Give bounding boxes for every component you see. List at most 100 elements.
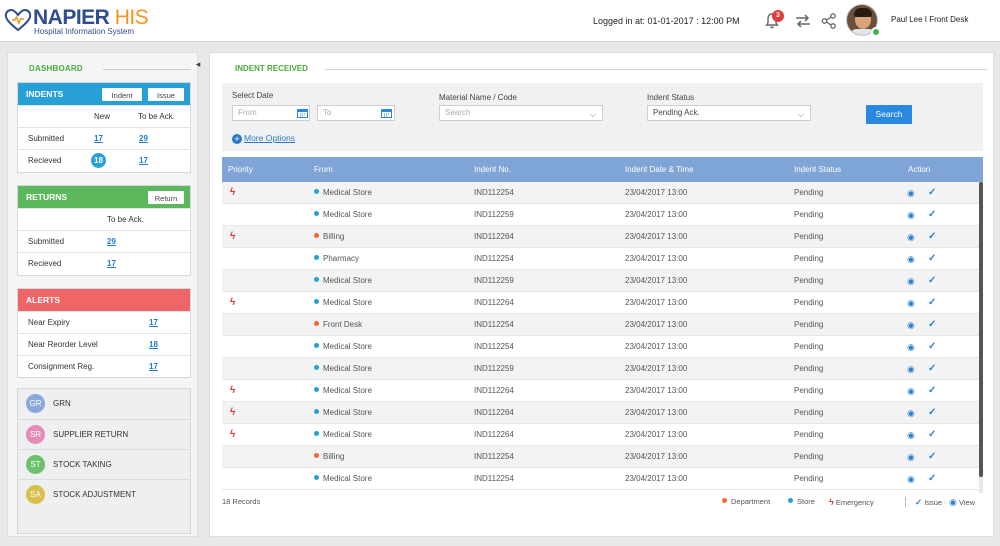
online-status-dot [871, 27, 881, 37]
dashboard-panel: DASHBOARD INDENTS Indent Issue New To be… [7, 52, 198, 537]
collapse-sidebar-icon[interactable]: ◂ [190, 56, 206, 72]
calendar-icon[interactable] [381, 108, 392, 118]
eye-icon[interactable]: ◉ [907, 226, 915, 248]
material-search-select[interactable]: Search ⌵ [439, 105, 603, 121]
returns-received-link[interactable]: 17 [107, 253, 116, 275]
quick-link-grn[interactable]: GR GRN [18, 389, 190, 419]
indent-status-cell: Pending [794, 474, 824, 483]
col-from[interactable]: From [314, 157, 333, 182]
eye-icon[interactable]: ◉ [907, 468, 915, 490]
from-cell: Medical Store [314, 270, 372, 292]
records-count: 18 Records [222, 497, 261, 506]
app-logo[interactable]: NAPIER HIS Hospital Information System [4, 4, 164, 36]
table-row[interactable]: Medical Store IND112254 23/04/2017 13:00 Pe… [222, 468, 979, 490]
share-icon[interactable] [820, 12, 838, 30]
eye-icon[interactable]: ◉ [907, 336, 915, 358]
check-icon[interactable]: ✓ [928, 380, 936, 402]
returns-submitted-link[interactable]: 29 [107, 231, 116, 253]
table-row[interactable]: ϟ Medical Store IND112264 23/04/2017 13:00 P… [222, 424, 979, 446]
eye-icon[interactable]: ◉ [907, 204, 915, 226]
table-row[interactable]: ϟ Medical Store IND112264 23/04/2017 13:00 P… [222, 292, 979, 314]
scrollbar-thumb[interactable] [979, 182, 983, 477]
eye-icon[interactable]: ◉ [907, 270, 915, 292]
indent-button[interactable]: Indent [102, 88, 142, 101]
eye-icon[interactable]: ◉ [907, 446, 915, 468]
quick-link-label: SUPPLIER RETURN [53, 430, 129, 439]
store-dot-icon [314, 431, 319, 436]
near-expiry-link[interactable]: 17 [149, 312, 158, 334]
return-button[interactable]: Return [148, 191, 184, 204]
submitted-new-link[interactable]: 17 [94, 128, 103, 150]
consignment-link[interactable]: 17 [149, 356, 158, 378]
table-row[interactable]: ϟ Medical Store IND112264 23/04/2017 13:00 P… [222, 380, 979, 402]
table-row[interactable]: ϟ Medical Store IND112254 23/04/2017 13:00 P… [222, 182, 979, 204]
received-new-badge[interactable]: 18 [91, 153, 106, 168]
indent-status-cell: Pending [794, 430, 824, 439]
row-label: Near Expiry [28, 318, 70, 327]
received-ack-link[interactable]: 17 [139, 150, 148, 172]
check-icon[interactable]: ✓ [928, 248, 936, 270]
eye-icon[interactable]: ◉ [907, 182, 915, 204]
quick-link-stock-adjustment[interactable]: SA STOCK ADJUSTMENT [18, 479, 190, 509]
more-options-label: More Options [244, 133, 296, 143]
eye-icon[interactable]: ◉ [907, 314, 915, 336]
check-icon[interactable]: ✓ [928, 402, 936, 424]
returns-received-row: Recieved 17 [18, 252, 190, 274]
eye-icon[interactable]: ◉ [907, 292, 915, 314]
legend-issue: ✓ Issue [915, 497, 943, 507]
col-to-be-ack: To be Ack. [107, 215, 144, 224]
table-row[interactable]: ϟ Medical Store IND112264 23/04/2017 13:00 P… [222, 402, 979, 424]
more-options-link[interactable]: + More Options [232, 133, 295, 144]
table-row[interactable]: Medical Store IND112254 23/04/2017 13:00 Pe… [222, 336, 979, 358]
eye-icon[interactable]: ◉ [907, 402, 915, 424]
check-icon[interactable]: ✓ [928, 182, 936, 204]
check-icon[interactable]: ✓ [928, 292, 936, 314]
submitted-ack-link[interactable]: 29 [139, 128, 148, 150]
check-icon[interactable]: ✓ [928, 336, 936, 358]
alerts-title: ALERTS [26, 295, 60, 305]
table-row[interactable]: Pharmacy IND112254 23/04/2017 13:00 Pending… [222, 248, 979, 270]
table-row[interactable]: Medical Store IND112259 23/04/2017 13:00 Pe… [222, 358, 979, 380]
col-indent-no[interactable]: Indent No. [474, 157, 511, 182]
transfer-icon[interactable] [794, 12, 812, 30]
from-cell: Medical Store [314, 402, 372, 424]
row-label: Recieved [28, 259, 62, 268]
user-name[interactable]: Paul Lee I Front Desk [891, 15, 968, 24]
check-icon[interactable]: ✓ [928, 270, 936, 292]
quick-link-supplier-return[interactable]: SR SUPPLIER RETURN [18, 419, 190, 449]
quick-link-stock-taking[interactable]: ST STOCK TAKING [18, 449, 190, 479]
emergency-icon: ϟ [230, 429, 236, 440]
table-row[interactable]: Medical Store IND112259 23/04/2017 13:00 Pe… [222, 270, 979, 292]
col-indent-date[interactable]: Indent Date & Time [625, 157, 693, 182]
near-reorder-link[interactable]: 18 [149, 334, 158, 356]
table-row[interactable]: Billing IND112254 23/04/2017 13:00 Pending ◉… [222, 446, 979, 468]
check-icon[interactable]: ✓ [928, 226, 936, 248]
table-row[interactable]: Front Desk IND112254 23/04/2017 13:00 Pendi… [222, 314, 979, 336]
eye-icon[interactable]: ◉ [907, 248, 915, 270]
calendar-icon[interactable] [297, 108, 308, 118]
table-scrollbar[interactable] [979, 182, 983, 493]
issue-button[interactable]: Issue [148, 88, 184, 101]
check-icon[interactable]: ✓ [928, 446, 936, 468]
indents-submitted-row: Submitted 17 29 [18, 127, 190, 149]
indent-status-cell: Pending [794, 342, 824, 351]
col-indent-status[interactable]: Indent Status [794, 157, 841, 182]
status-select[interactable]: Pending Ack. ⌵ [647, 105, 811, 121]
check-icon[interactable]: ✓ [928, 358, 936, 380]
material-label: Material Name / Code [439, 93, 517, 102]
table-row[interactable]: ϟ Billing IND112264 23/04/2017 13:00 Pending… [222, 226, 979, 248]
eye-icon[interactable]: ◉ [907, 358, 915, 380]
table-row[interactable]: Medical Store IND112259 23/04/2017 13:00 Pe… [222, 204, 979, 226]
indent-date-cell: 23/04/2017 13:00 [625, 430, 688, 439]
check-icon[interactable]: ✓ [928, 468, 936, 490]
store-dot-icon [314, 343, 319, 348]
search-button[interactable]: Search [866, 105, 912, 124]
check-icon[interactable]: ✓ [928, 424, 936, 446]
heart-logo-icon [4, 9, 32, 32]
check-icon[interactable]: ✓ [928, 204, 936, 226]
eye-icon[interactable]: ◉ [907, 424, 915, 446]
eye-icon[interactable]: ◉ [907, 380, 915, 402]
check-icon[interactable]: ✓ [928, 314, 936, 336]
eye-icon: ◉ [949, 497, 957, 507]
col-priority[interactable]: Priority [228, 157, 253, 182]
